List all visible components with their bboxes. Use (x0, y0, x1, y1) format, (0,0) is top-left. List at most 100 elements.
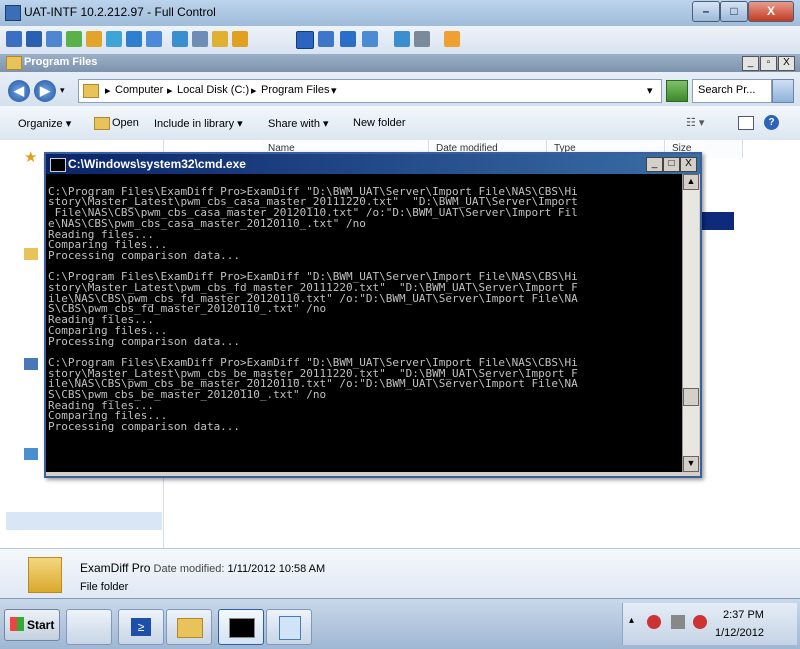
clock-icon[interactable] (86, 31, 102, 47)
fullscreen-icon[interactable] (296, 31, 314, 49)
clock-time[interactable]: 2:37 PM (723, 609, 764, 621)
details-type: File folder (80, 581, 129, 593)
message-icon[interactable] (146, 31, 162, 47)
selected-row-highlight[interactable] (698, 212, 734, 230)
cmd-output: C:\Program Files\ExamDiff Pro>ExamDiff "… (48, 184, 578, 434)
explorer-title: Program Files (24, 56, 98, 68)
scroll-thumb[interactable] (683, 388, 699, 406)
breadcrumb-sep-icon: ▸ (251, 85, 257, 97)
system-tray: ▴ 2:37 PM 1/12/2012 (622, 603, 797, 645)
view-options-icon[interactable]: ☷ ▾ (686, 116, 704, 129)
search-icon[interactable] (772, 79, 794, 103)
key-icon[interactable] (232, 31, 248, 47)
notepad-glyph (279, 616, 301, 640)
cmd-scrollbar[interactable]: ▲ ▼ (682, 174, 699, 472)
chat-icon[interactable] (106, 31, 122, 47)
fit-icon[interactable] (318, 31, 334, 47)
phone-icon[interactable] (126, 31, 142, 47)
folder-icon (28, 557, 62, 593)
breadcrumb-computer[interactable]: Computer (115, 84, 163, 96)
back-arrow-icon[interactable]: ◀ (8, 80, 30, 102)
organize-button[interactable]: Organize ▾ (18, 117, 71, 130)
action-center-icon[interactable] (647, 615, 661, 629)
cmd-window[interactable]: C:\Windows\system32\cmd.exe _ □ X C:\Pro… (44, 152, 702, 478)
minimize-button[interactable]: – (692, 1, 720, 22)
libraries-icon[interactable] (24, 248, 38, 260)
computer-icon[interactable] (24, 358, 38, 370)
refresh-button[interactable] (666, 80, 688, 102)
nav-item-local-disk[interactable] (6, 512, 162, 530)
help-icon[interactable]: ? (764, 115, 779, 130)
explorer-close-button[interactable]: X (778, 56, 795, 71)
breadcrumb-sep-icon: ▸ (167, 85, 173, 97)
share-with-button[interactable]: Share with ▾ (268, 117, 329, 130)
open-button[interactable]: Open (112, 117, 139, 129)
command-bar: Organize ▾ Open Include in library ▾ Sha… (0, 106, 800, 141)
open-folder-icon (94, 117, 110, 130)
new-folder-button[interactable]: New folder (353, 117, 406, 129)
address-dropdown-icon[interactable]: ▾ (647, 84, 653, 97)
forward-arrow-icon[interactable]: ▶ (34, 80, 56, 102)
windows-logo-icon (10, 617, 24, 631)
start-button[interactable]: Start (4, 609, 60, 641)
address-bar[interactable]: ▸ Computer ▸ Local Disk (C:) ▸ Program F… (78, 79, 662, 103)
explorer-restore-button[interactable]: ▫ (760, 56, 777, 71)
cmd-close-button[interactable]: X (680, 157, 697, 172)
address-row: ◀ ▶ ▾ ▸ Computer ▸ Local Disk (C:) ▸ Pro… (0, 72, 800, 106)
explorer-taskbar-icon[interactable] (166, 609, 212, 645)
scale-icon[interactable] (362, 31, 378, 47)
cmd-icon (50, 158, 66, 172)
close-button[interactable]: X (748, 1, 794, 22)
volume-icon[interactable] (693, 615, 707, 629)
display-icon[interactable] (26, 31, 42, 47)
cmd-minimize-button[interactable]: _ (646, 157, 663, 172)
breadcrumb-local-disk[interactable]: Local Disk (C:) (177, 84, 249, 96)
folder-glyph (177, 618, 203, 638)
screen-icon[interactable] (6, 31, 22, 47)
cmd-glyph (229, 618, 255, 638)
network-status-icon[interactable] (671, 615, 685, 629)
breadcrumb-sep-icon: ▸ (105, 85, 111, 97)
user-icon[interactable] (172, 31, 188, 47)
network-icon[interactable] (24, 448, 38, 460)
scroll-up-arrow-icon[interactable]: ▲ (683, 174, 699, 190)
scroll-down-arrow-icon[interactable]: ▼ (683, 456, 699, 472)
powershell-glyph: ≥ (131, 618, 151, 636)
folder-icon (6, 56, 22, 70)
clock-date[interactable]: 1/12/2012 (715, 627, 764, 639)
breadcrumb-program-files[interactable]: Program Files (261, 84, 329, 96)
details-name: ExamDiff Pro (80, 561, 151, 575)
folder-icon (83, 84, 99, 98)
details-date-value: 1/11/2012 10:58 AM (227, 563, 326, 575)
breadcrumb-dropdown-icon[interactable]: ▾ (331, 84, 337, 97)
powershell-icon[interactable]: ≥ (118, 609, 164, 645)
favorites-star-icon[interactable]: ★ (24, 148, 37, 166)
maximize-button[interactable]: □ (720, 1, 748, 22)
include-in-library-button[interactable]: Include in library ▾ (154, 117, 243, 130)
remote-window-titlebar[interactable]: UAT-INTF 10.2.212.97 - Full Control – □ … (0, 0, 800, 26)
cmd-titlebar[interactable]: C:\Windows\system32\cmd.exe _ □ X (46, 154, 700, 174)
explorer-minimize-button[interactable]: _ (742, 56, 759, 71)
copy-icon[interactable] (394, 31, 410, 47)
notepad-taskbar-icon[interactable] (266, 609, 312, 645)
cmd-maximize-button[interactable]: □ (663, 157, 680, 172)
history-dropdown-icon[interactable]: ▾ (60, 85, 65, 96)
disconnect-icon[interactable] (444, 31, 460, 47)
cmd-console[interactable]: C:\Program Files\ExamDiff Pro>ExamDiff "… (46, 174, 682, 472)
explorer-titlebar[interactable]: Program Files _ ▫ X (0, 54, 800, 72)
cmd-taskbar-icon[interactable] (218, 609, 264, 645)
show-hidden-icons-icon[interactable]: ▴ (629, 615, 634, 626)
preview-pane-icon[interactable] (738, 116, 754, 130)
tools-icon[interactable] (414, 31, 430, 47)
transfer-icon[interactable] (66, 31, 82, 47)
search-input[interactable]: Search Pr... (692, 79, 772, 103)
remote-app-icon (5, 5, 21, 21)
server-manager-icon[interactable] (66, 609, 112, 645)
cmd-title: C:\Windows\system32\cmd.exe (68, 157, 246, 171)
network-icon[interactable] (192, 31, 208, 47)
remote-toolbar (0, 26, 800, 55)
lock-icon[interactable] (212, 31, 228, 47)
mail-icon[interactable] (46, 31, 62, 47)
details-date-label: Date modified: (153, 563, 225, 575)
window-icon[interactable] (340, 31, 356, 47)
